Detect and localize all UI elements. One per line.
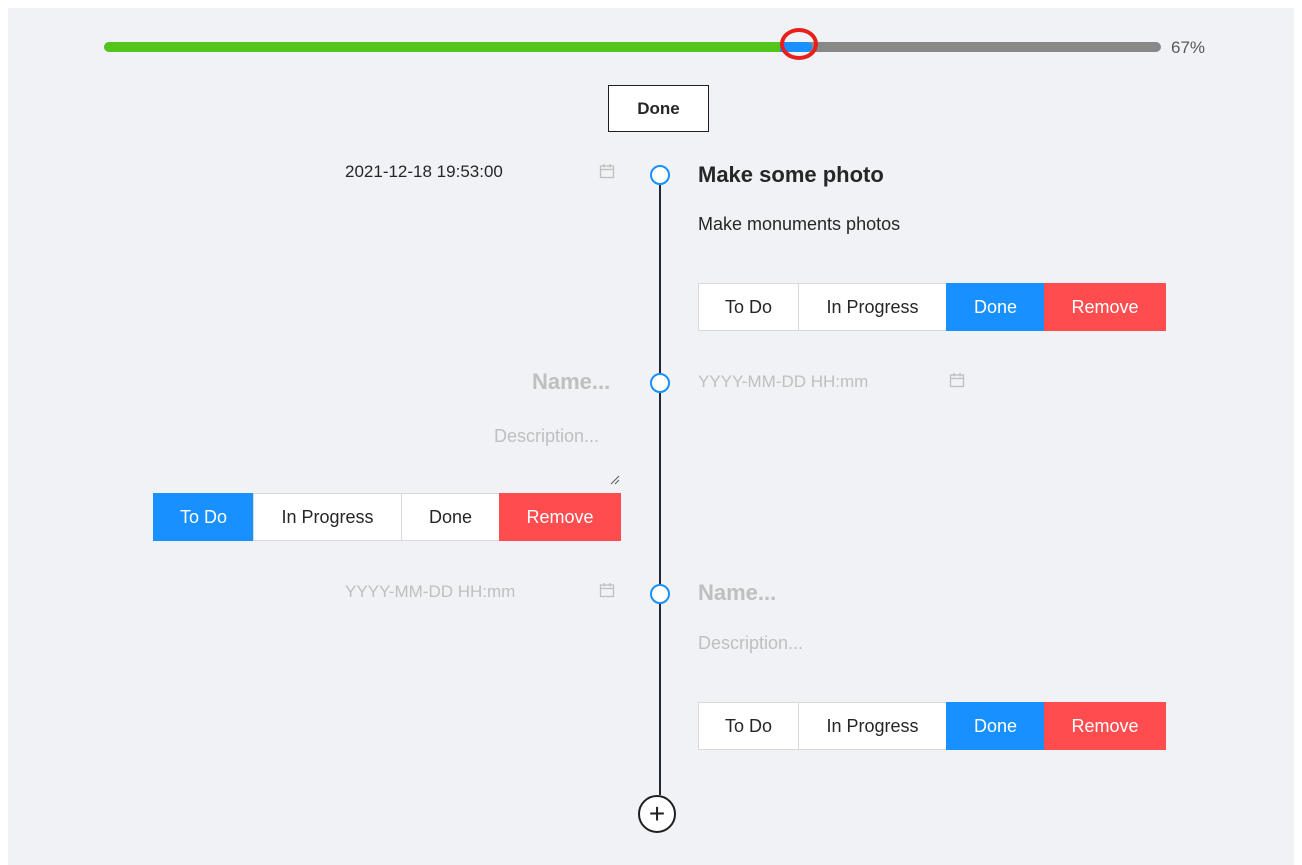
- status-in-progress-button[interactable]: In Progress: [798, 702, 947, 750]
- remove-button[interactable]: Remove: [1044, 702, 1166, 750]
- calendar-icon[interactable]: [599, 582, 615, 598]
- progress-done-fill: [104, 42, 786, 52]
- status-in-progress-button[interactable]: In Progress: [253, 493, 402, 541]
- task-name-input[interactable]: Name...: [532, 369, 610, 395]
- remove-button[interactable]: Remove: [1044, 283, 1166, 331]
- status-done-button[interactable]: Done: [401, 493, 500, 541]
- status-done-button[interactable]: Done: [946, 283, 1045, 331]
- task-date-input[interactable]: YYYY-MM-DD HH:mm: [345, 582, 515, 602]
- calendar-icon[interactable]: [949, 372, 965, 388]
- status-button-group: To Do In Progress Done Remove: [698, 702, 1166, 750]
- progress-percent-label: 67%: [1171, 38, 1206, 57]
- timeline-dot: [650, 373, 670, 393]
- status-in-progress-button[interactable]: In Progress: [798, 283, 947, 331]
- status-done-button[interactable]: Done: [946, 702, 1045, 750]
- timeline-line: [659, 183, 661, 795]
- timeline-page: 67% Done 2021-12-18 19:53:00 Make some p…: [8, 8, 1294, 865]
- remove-button[interactable]: Remove: [499, 493, 621, 541]
- progress-bar: [104, 42, 1161, 52]
- task-description[interactable]: Make monuments photos: [698, 214, 900, 235]
- task-name[interactable]: Make some photo: [698, 162, 884, 188]
- status-button-group: To Do In Progress Done Remove: [153, 493, 621, 541]
- task-description-input[interactable]: Description...: [698, 633, 803, 654]
- status-todo-button[interactable]: To Do: [698, 702, 799, 750]
- done-filter-button[interactable]: Done: [608, 85, 709, 132]
- task-date-input[interactable]: YYYY-MM-DD HH:mm: [698, 372, 868, 392]
- task-date-value[interactable]: 2021-12-18 19:53:00: [345, 162, 503, 182]
- timeline-dot: [650, 165, 670, 185]
- calendar-icon[interactable]: [599, 163, 615, 179]
- progress-highlight-circle: [780, 28, 818, 60]
- timeline-dot: [650, 584, 670, 604]
- task-name-input[interactable]: Name...: [698, 580, 776, 606]
- task-description-input[interactable]: Description...: [494, 426, 599, 447]
- status-todo-button[interactable]: To Do: [698, 283, 799, 331]
- status-button-group: To Do In Progress Done Remove: [698, 283, 1166, 331]
- plus-circle-icon[interactable]: +: [638, 795, 676, 833]
- status-todo-button[interactable]: To Do: [153, 493, 254, 541]
- resize-handle-icon[interactable]: [610, 475, 620, 485]
